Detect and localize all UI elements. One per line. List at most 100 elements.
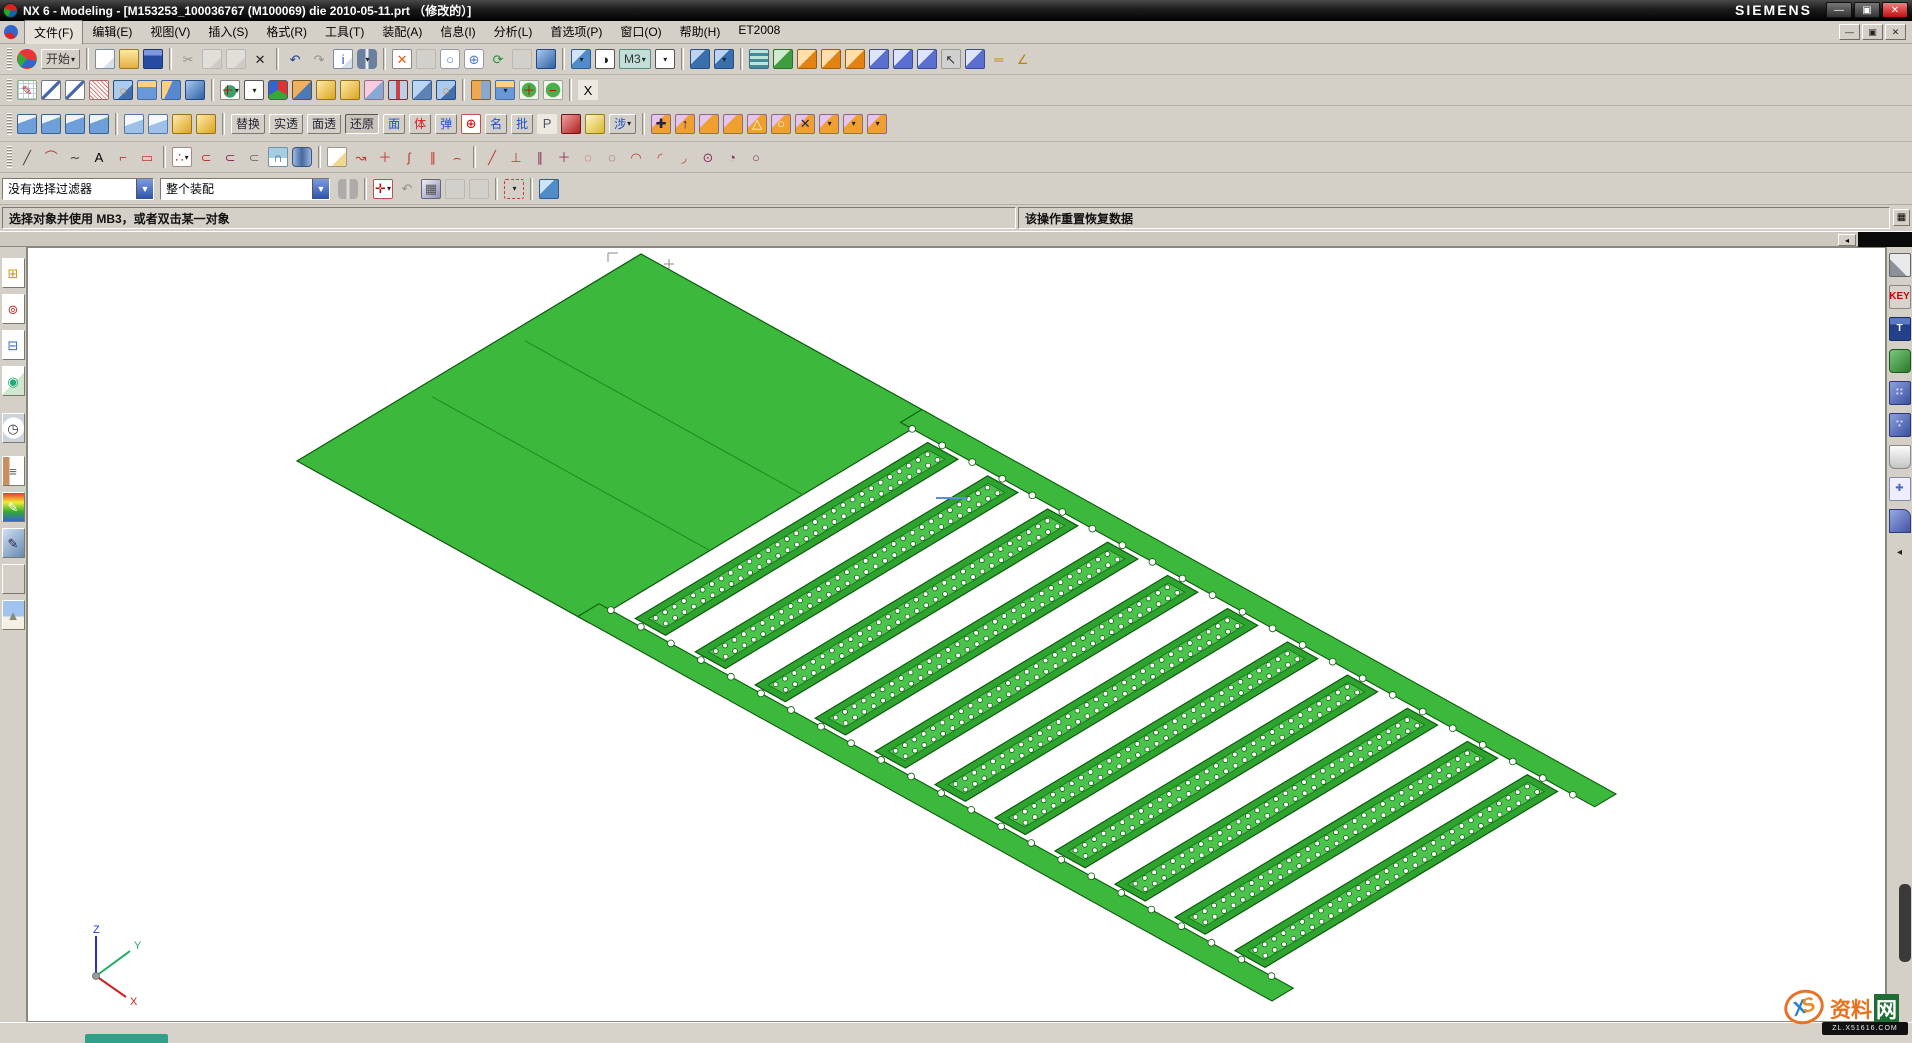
- block-holes-part-tab[interactable]: ∷: [1889, 381, 1911, 405]
- chamfer-curve-button[interactable]: ◞: [674, 147, 694, 167]
- solid-translucent-button[interactable]: 实透: [269, 114, 303, 134]
- scroll-left-button[interactable]: ◂: [1838, 234, 1856, 246]
- materials-tab[interactable]: ✎: [2, 492, 25, 522]
- bridge-curve-button[interactable]: ʃ: [399, 147, 419, 167]
- project-curve-button[interactable]: ⌢: [447, 147, 467, 167]
- delete-button[interactable]: ✕: [250, 49, 270, 69]
- selection-filter-dropdown[interactable]: ▼: [136, 179, 153, 199]
- shaded-view-button[interactable]: ▾: [571, 49, 591, 69]
- chamfer-button[interactable]: [340, 80, 360, 100]
- cue-scroll-strip[interactable]: ◂: [0, 231, 1912, 247]
- text-button[interactable]: A: [89, 147, 109, 167]
- circle-center-button[interactable]: ⊙: [698, 147, 718, 167]
- snap-crosshair-button[interactable]: ✛▾: [373, 179, 393, 199]
- datum-axis-button[interactable]: [65, 80, 85, 100]
- bolt-part-tab[interactable]: T: [1889, 317, 1911, 341]
- pop-info-button[interactable]: 弹: [435, 114, 457, 134]
- child-restore-button[interactable]: ▣: [1862, 24, 1883, 40]
- part-navigator-tab[interactable]: ⊟: [2, 330, 25, 360]
- cup-part-tab[interactable]: [1889, 445, 1911, 469]
- yellow-cube-button[interactable]: [585, 114, 605, 134]
- sketch-button[interactable]: ✎: [17, 80, 37, 100]
- find-in-selection-button[interactable]: [338, 179, 358, 199]
- dashed-ellipse-button[interactable]: ◌: [602, 147, 622, 167]
- shell-button[interactable]: [364, 80, 384, 100]
- snap-point-button[interactable]: [869, 49, 889, 69]
- zoom-in-out-button[interactable]: ⊕: [464, 49, 484, 69]
- fillet-curve-button[interactable]: ◜: [650, 147, 670, 167]
- circle-button[interactable]: ○: [746, 147, 766, 167]
- through-curves-button[interactable]: [41, 114, 61, 134]
- wcs-display-button[interactable]: [845, 49, 865, 69]
- new-file-button[interactable]: [95, 49, 115, 69]
- split-body-button[interactable]: ▾: [495, 80, 515, 100]
- wcs-dynamics-button[interactable]: [797, 49, 817, 69]
- constraint-navigator-tab[interactable]: ⊚: [2, 294, 25, 324]
- snap-screen-button[interactable]: [965, 49, 985, 69]
- sew-button[interactable]: [196, 114, 216, 134]
- scrollbar-thumb[interactable]: [1899, 884, 1911, 962]
- dropdown-arrow[interactable]: ▾: [366, 55, 370, 64]
- rectangle-select-button[interactable]: ▾: [504, 179, 524, 199]
- replace-face-button[interactable]: ○: [771, 114, 791, 134]
- offset-region-button[interactable]: △: [747, 114, 767, 134]
- minimize-button[interactable]: —: [1826, 2, 1852, 18]
- shaded-cube-button[interactable]: [539, 179, 559, 199]
- intersection-point-button[interactable]: ＋: [375, 147, 395, 167]
- snap-end-button[interactable]: [893, 49, 913, 69]
- block-button[interactable]: [185, 80, 205, 100]
- replace-button[interactable]: 替换: [231, 114, 265, 134]
- cut-button[interactable]: ✂: [178, 49, 198, 69]
- nx-logo-icon[interactable]: [17, 49, 37, 69]
- menu-format[interactable]: 格式(R): [257, 20, 316, 45]
- perspective-button[interactable]: [536, 49, 556, 69]
- key-tab[interactable]: KEY: [1889, 285, 1911, 309]
- resize-blend-button[interactable]: ▾: [867, 114, 887, 134]
- thread-button[interactable]: [388, 80, 408, 100]
- wcs-orient-button[interactable]: [821, 49, 841, 69]
- pipe-button[interactable]: [292, 147, 312, 167]
- datum-csys-button[interactable]: [268, 80, 288, 100]
- dropdown-arrow[interactable]: ▾: [876, 119, 880, 128]
- datum-plane-button[interactable]: [41, 80, 61, 100]
- copy-face-button[interactable]: [699, 114, 719, 134]
- rotate-disabled-button[interactable]: [445, 179, 465, 199]
- dropdown-arrow[interactable]: ▾: [235, 86, 239, 95]
- interference-button[interactable]: 涉▾: [609, 114, 636, 134]
- wrench-icon[interactable]: [1889, 253, 1911, 277]
- plate-part-tab[interactable]: ∵: [1889, 413, 1911, 437]
- elbow-part-tab[interactable]: [1889, 509, 1911, 533]
- dropdown-arrow[interactable]: ▾: [627, 119, 631, 128]
- menu-et2008[interactable]: ET2008: [729, 20, 789, 45]
- roles-tab[interactable]: [2, 564, 25, 594]
- dropdown-arrow[interactable]: ▾: [252, 86, 256, 95]
- pan-button[interactable]: [512, 49, 532, 69]
- toolbar-handle[interactable]: [7, 79, 12, 101]
- cad-model-die-strip[interactable]: ZYX: [28, 248, 1885, 1021]
- snap-mid-button[interactable]: [917, 49, 937, 69]
- menu-information[interactable]: 信息(I): [431, 20, 484, 45]
- layer-settings-button[interactable]: [749, 49, 769, 69]
- child-minimize-button[interactable]: —: [1839, 24, 1860, 40]
- offset-curve-button[interactable]: ∥: [423, 147, 443, 167]
- dropdown-arrow[interactable]: ▾: [722, 55, 726, 64]
- line-button[interactable]: ╱: [17, 147, 37, 167]
- dropdown-arrow[interactable]: ▾: [512, 184, 516, 193]
- rotate-view-button[interactable]: ⟳: [488, 49, 508, 69]
- pattern-face-button[interactable]: ▾: [843, 114, 863, 134]
- selection-filter-combo[interactable]: 没有选择过滤器 ▼: [2, 178, 154, 200]
- move-disabled-button[interactable]: [469, 179, 489, 199]
- extend-curve-button[interactable]: ⊂: [244, 147, 264, 167]
- resize-face-button[interactable]: [723, 114, 743, 134]
- visualization-tab[interactable]: ✎: [2, 528, 25, 558]
- toolbar-handle[interactable]: [7, 48, 12, 70]
- pattern-subtract-button[interactable]: −: [543, 80, 563, 100]
- paste-button[interactable]: [226, 49, 246, 69]
- title-bar[interactable]: NX 6 - Modeling - [M153253_100036767 (M1…: [0, 0, 1912, 21]
- layer-visible-in-view-button[interactable]: [773, 49, 793, 69]
- menu-tools[interactable]: 工具(T): [316, 20, 373, 45]
- measure-angle-button[interactable]: ∠: [1013, 49, 1033, 69]
- green-part-tab[interactable]: [1889, 349, 1911, 373]
- new-layout-button[interactable]: [690, 49, 710, 69]
- promote-body-button[interactable]: [471, 80, 491, 100]
